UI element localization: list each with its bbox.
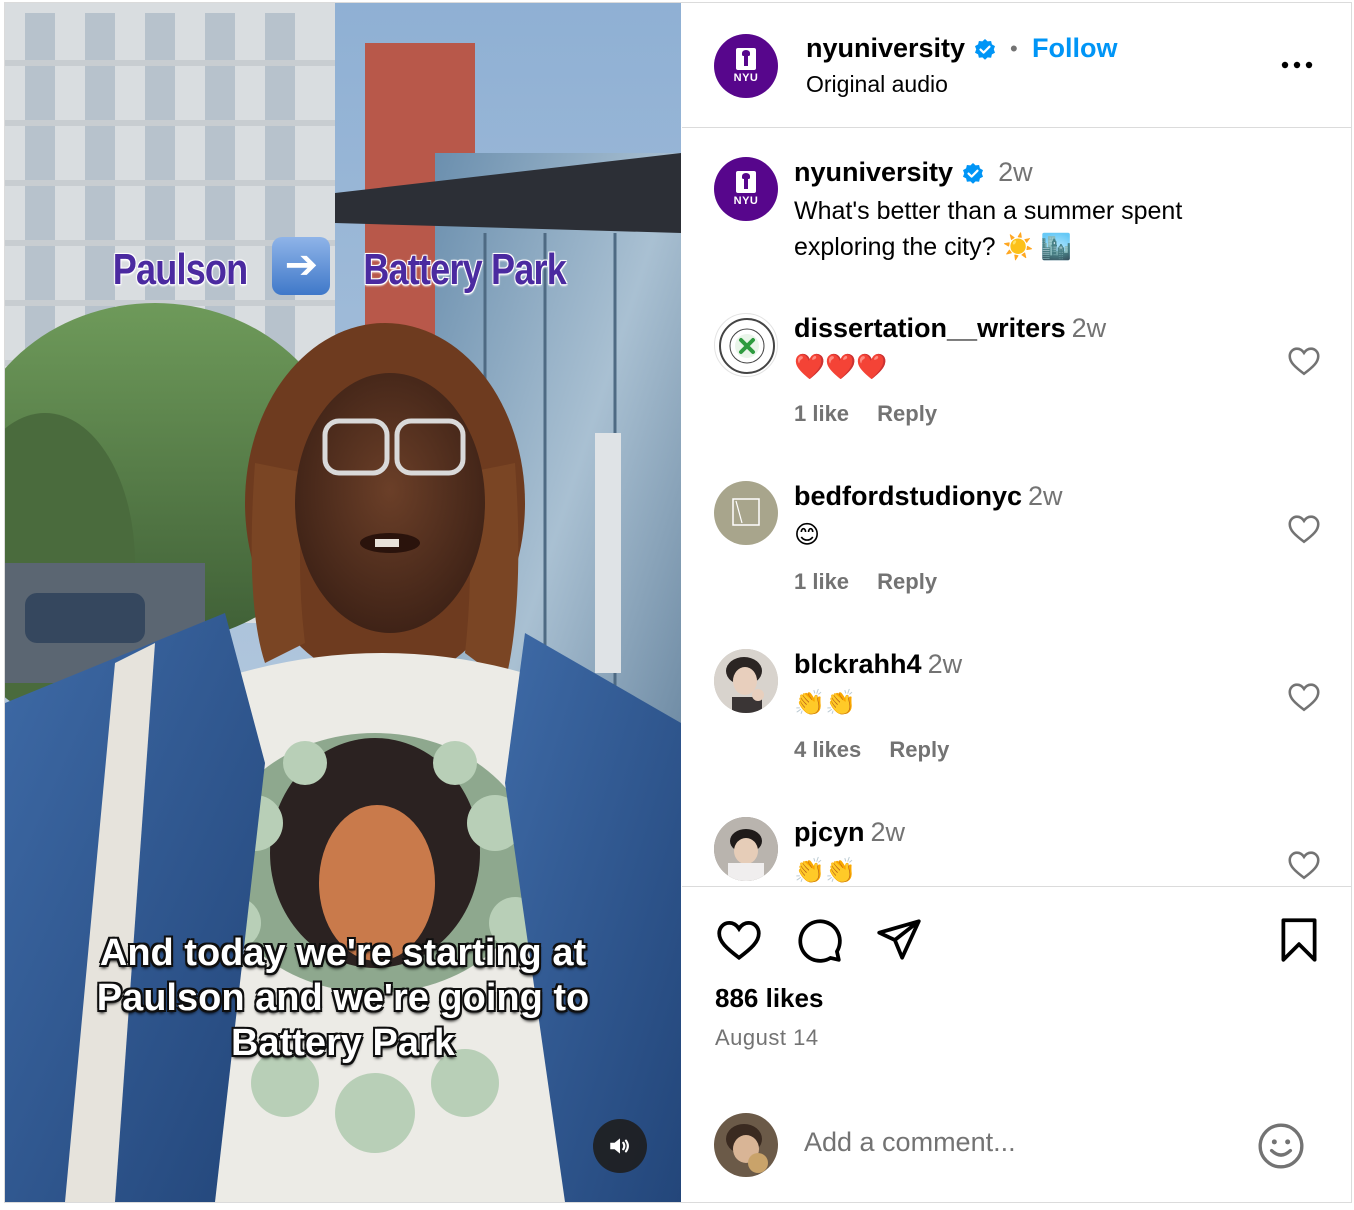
comment-username-text: bedfordstudionyc (794, 481, 1022, 511)
comment-like-count[interactable]: 1 like (794, 401, 849, 426)
comment-meta: 1 like Reply (794, 569, 959, 595)
comment-reply-button[interactable]: Reply (877, 401, 937, 426)
comment-username-text: blckrahh4 (794, 649, 922, 679)
comment-item: bedfordstudionyc 2w 😊 1 like Reply (682, 481, 1351, 621)
comment-like-count[interactable]: 1 like (794, 569, 849, 594)
comment-text: ❤️❤️❤️ (794, 353, 888, 381)
nyu-torch-icon (736, 171, 756, 193)
verified-badge-icon (974, 38, 995, 60)
commenter-avatar[interactable] (714, 481, 778, 545)
separator-dot: • (1010, 36, 1018, 61)
post-header: NYU nyuniversity • Follow Original audio (682, 3, 1351, 128)
comment-like-heart-icon[interactable] (1286, 343, 1322, 379)
comment-username-text: pjcyn (794, 817, 865, 847)
commenter-avatar[interactable] (714, 313, 778, 377)
comment-item: blckrahh4 2w 👏👏 4 likes Reply (682, 649, 1351, 789)
author-username-text: nyuniversity (806, 33, 966, 63)
location-overlay: Paulson Battery Park (5, 237, 681, 299)
caption-username[interactable]: nyuniversity 2w (794, 157, 1033, 188)
comment-username-text: dissertation__writers (794, 313, 1066, 343)
user-photo-icon (714, 817, 778, 881)
follow-button[interactable]: Follow (1032, 33, 1117, 64)
verified-badge-icon (962, 162, 983, 184)
comment-like-heart-icon[interactable] (1286, 847, 1322, 883)
original-audio-link[interactable]: Original audio (806, 71, 948, 98)
post-side-panel: NYU nyuniversity • Follow Original audio (682, 3, 1351, 1202)
add-comment-row (682, 1109, 1351, 1202)
caption-text: What's better than a summer spent explor… (794, 197, 1183, 261)
overlay-to-text: Battery Park (363, 245, 567, 294)
commenter-avatar[interactable] (714, 649, 778, 713)
comment-item: pjcyn 2w 👏👏 (682, 817, 1351, 885)
comment-timestamp[interactable]: 2w (1072, 313, 1107, 343)
caption-author-avatar[interactable]: NYU (714, 157, 778, 221)
user-photo-icon (714, 649, 778, 713)
comment-like-heart-icon[interactable] (1286, 511, 1322, 547)
comment-timestamp[interactable]: 2w (928, 649, 963, 679)
caption-username-text: nyuniversity (794, 157, 954, 187)
overlay-from-text: Paulson (112, 245, 248, 294)
avatar-logo-text: NYU (733, 72, 759, 84)
comment-reply-button[interactable]: Reply (889, 737, 949, 762)
current-user-avatar (714, 1113, 778, 1177)
comment-text: 😊 (794, 521, 821, 549)
comment-timestamp[interactable]: 2w (871, 817, 906, 847)
bedford-studio-logo-icon (732, 498, 760, 526)
comment-item: dissertation__writers 2w ❤️❤️❤️ 1 like Re… (682, 313, 1351, 453)
paper-plane-icon[interactable] (874, 915, 924, 965)
bookmark-icon[interactable] (1274, 915, 1324, 965)
heart-icon[interactable] (714, 915, 764, 965)
comment-text: 👏👏 (794, 689, 857, 717)
user-photo-icon (714, 1113, 778, 1177)
author-username[interactable]: nyuniversity (806, 33, 997, 64)
comment-username[interactable]: bedfordstudionyc 2w (794, 481, 1063, 512)
mute-button[interactable] (593, 1119, 647, 1173)
more-dots-icon (1281, 61, 1313, 69)
caption-timestamp[interactable]: 2w (998, 157, 1033, 187)
commenter-avatar[interactable] (714, 817, 778, 881)
comment-meta: 4 likes Reply (794, 737, 971, 763)
nyu-torch-icon (736, 48, 756, 70)
comment-like-count[interactable]: 4 likes (794, 737, 861, 762)
add-comment-input[interactable] (804, 1127, 1224, 1158)
comment-bubble-icon[interactable] (794, 915, 844, 965)
post-like-count[interactable]: 886 likes (715, 983, 823, 1014)
comment-username[interactable]: pjcyn 2w (794, 817, 905, 848)
speaker-icon (610, 1138, 629, 1154)
post-date[interactable]: August 14 (715, 1025, 819, 1051)
post-actions: 886 likes August 14 (682, 886, 1351, 1202)
video-subtitle: And today we're starting at Paulson and … (96, 932, 590, 1064)
avatar-logo-text: NYU (733, 195, 759, 207)
comment-like-heart-icon[interactable] (1286, 679, 1322, 715)
post-caption: NYU nyuniversity 2w What's better than a… (682, 157, 1351, 287)
more-options-button[interactable] (1280, 45, 1314, 77)
comments-list[interactable]: NYU nyuniversity 2w What's better than a… (682, 129, 1351, 885)
comment-username[interactable]: blckrahh4 2w (794, 649, 962, 680)
comment-username[interactable]: dissertation__writers 2w (794, 313, 1106, 344)
assignment-help-logo-icon (719, 318, 775, 374)
comment-timestamp[interactable]: 2w (1028, 481, 1063, 511)
comment-meta: 1 like Reply (794, 401, 959, 427)
reel-video[interactable]: Paulson Battery Park And today we're sta… (5, 3, 681, 1202)
comment-reply-button[interactable]: Reply (877, 569, 937, 594)
smiley-icon[interactable] (1256, 1121, 1306, 1171)
right-arrow-icon (272, 237, 331, 295)
comment-text: 👏👏 (794, 857, 857, 885)
author-avatar[interactable]: NYU (714, 34, 778, 98)
post-dialog: Paulson Battery Park And today we're sta… (4, 2, 1352, 1203)
